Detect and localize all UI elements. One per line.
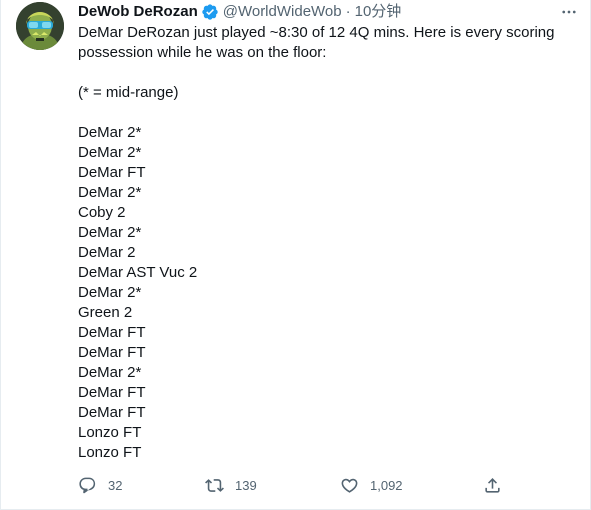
possession-item: DeMar AST Vuc 2 [78,264,198,281]
possession-item: Lonzo FT [78,444,142,461]
like-button[interactable]: 1,092 [340,474,403,496]
reply-count: 32 [108,477,123,493]
tweet-card[interactable]: DeWob DeRozan @WorldWideWob · 10分钟 DeMar… [0,0,591,510]
handle[interactable]: @WorldWideWob [223,2,342,22]
more-options-icon[interactable] [559,2,579,22]
tweet-text: DeMar DeRozan just played ~8:30 of 12 4Q… [78,23,573,463]
like-count: 1,092 [370,477,403,493]
divider [0,0,1,510]
possession-item: DeMar 2* [78,224,142,241]
possession-item: DeMar FT [78,324,146,341]
possession-item: DeMar 2 [78,244,136,261]
timestamp[interactable]: 10分钟 [355,2,402,22]
retweet-button[interactable]: 139 [205,474,257,496]
retweet-icon [205,478,224,492]
possession-item: Lonzo FT [78,424,142,441]
possession-item: DeMar 2* [78,284,142,301]
possession-item: Coby 2 [78,204,126,221]
tweet-text-line: possession while he was on the floor: [78,44,327,61]
share-icon [485,477,500,493]
heart-icon [341,478,358,493]
reply-icon [79,477,96,493]
avatar[interactable] [16,2,64,50]
tweet-actions: 32 139 1,092 [78,474,508,496]
display-name[interactable]: DeWob DeRozan [78,2,198,22]
share-button[interactable] [483,474,502,496]
separator-dot: · [345,3,351,20]
possession-item: Green 2 [78,304,133,321]
legend-line: (* = mid-range) [78,84,179,101]
tweet-text-line: DeMar DeRozan just played ~8:30 of 12 4Q… [78,24,555,41]
verified-badge-icon [201,3,219,21]
tweet-header: DeWob DeRozan @WorldWideWob · 10分钟 [78,2,401,22]
possession-item: DeMar FT [78,344,146,361]
possession-item: DeMar FT [78,384,146,401]
reply-button[interactable]: 32 [78,474,122,496]
possession-item: DeMar 2* [78,124,142,141]
possession-item: DeMar 2* [78,364,142,381]
possession-item: DeMar 2* [78,144,142,161]
avatar-image [16,2,64,50]
retweet-count: 139 [235,477,257,493]
possession-item: DeMar FT [78,404,146,421]
possession-item: DeMar 2* [78,184,142,201]
possession-item: DeMar FT [78,164,146,181]
